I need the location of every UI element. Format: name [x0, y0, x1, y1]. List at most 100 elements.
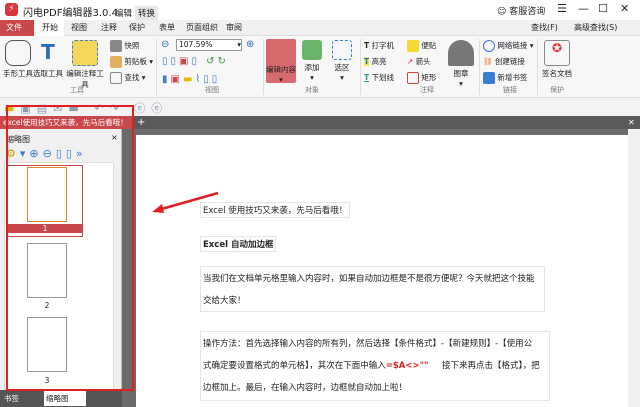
text-select-icon: T	[41, 40, 55, 64]
certificate-icon: ✪	[544, 40, 570, 66]
find-tool-button[interactable]: 查找 ▾	[110, 72, 146, 84]
create-link-button[interactable]: ⛓ 创建链接	[483, 56, 525, 67]
note-label: 便贴	[421, 41, 437, 50]
menu-form[interactable]: 表单	[153, 20, 181, 36]
minimize-button[interactable]: —	[578, 2, 589, 15]
arrow-button[interactable]: ↗ 箭头	[407, 56, 431, 67]
paragraph-2[interactable]: 操作方法：首先选择输入内容的所有列，然后选择【条件格式】-【新建规则】-【使用公…	[200, 331, 550, 401]
rectangle-icon	[407, 72, 419, 84]
paragraph-line: 交给大家！	[203, 296, 246, 306]
divider	[263, 39, 264, 95]
clipboard-label: 剪贴板	[124, 57, 147, 66]
divider	[479, 39, 480, 95]
clipboard-button[interactable]: 剪贴板 ▾	[110, 56, 153, 68]
add-image-icon	[302, 40, 322, 60]
typewriter-button[interactable]: T 打字机	[364, 40, 394, 51]
sign-document-button[interactable]: ✪ 签名文档	[540, 40, 574, 79]
menu-file[interactable]: 文件	[0, 20, 34, 36]
page-view-buttons[interactable]: ▯▯▣▯ ↺↻	[162, 56, 229, 67]
paragraph-line: 式确定要设置格式的单元格】，其次在下面中输入	[203, 361, 386, 371]
web-link-label: 网络链接	[497, 41, 528, 50]
close-tab-button[interactable]: ✕	[628, 116, 635, 129]
zoom-value: 107.59%	[179, 40, 213, 49]
globe-icon	[483, 40, 495, 52]
divider	[360, 39, 361, 95]
new-tab-button[interactable]: +	[137, 116, 145, 129]
find-button[interactable]: 查找(F)	[525, 20, 564, 36]
underline-button[interactable]: T 下划线	[364, 72, 394, 83]
group-label-object: 对象	[305, 86, 319, 94]
menu-page-organize[interactable]: 页面组织	[180, 20, 224, 36]
note-button[interactable]: 便贴	[407, 40, 436, 52]
app-logo-icon: ⚡	[5, 3, 18, 16]
select-tool-button[interactable]: T 选取工具	[33, 40, 63, 79]
vertical-scrollbar[interactable]	[628, 129, 640, 407]
group-label-tools: 工具	[70, 86, 84, 94]
paragraph-line: 边框加上。最后，在输入内容时，边框就自动加上啦！	[203, 383, 408, 393]
stamp-label: 图章	[453, 69, 469, 78]
typewriter-icon: T	[364, 41, 370, 50]
bookmark-icon	[483, 72, 495, 84]
zoom-select[interactable]: 107.59% ▾	[176, 39, 242, 51]
edit-content-icon	[271, 42, 291, 62]
zoom-in-button[interactable]: ⊕	[246, 39, 254, 50]
arrow-icon: ↗	[407, 57, 414, 66]
add-button[interactable]: 添加 ▾	[298, 40, 326, 82]
camera-icon	[110, 40, 122, 52]
highlight-button[interactable]: T 高亮	[364, 56, 387, 67]
pdf-page: Excel 使用技巧又来袭，先马后看哦！ Excel 自动加边框 当我们在文档单…	[136, 135, 628, 407]
context-tab-edit[interactable]: 编辑	[112, 6, 135, 20]
area-select-icon	[332, 40, 352, 60]
context-tab-convert[interactable]: 转换	[135, 6, 159, 20]
annot-tool-button[interactable]: 编辑注释工具	[63, 40, 107, 90]
menu-annotate[interactable]: 注释	[95, 20, 123, 36]
edit-content-button[interactable]: 编辑内容 ▾	[266, 39, 296, 84]
underline-icon: T	[364, 73, 370, 82]
rect-label: 矩形	[421, 73, 437, 82]
stamp-icon	[448, 40, 474, 66]
stamp-button[interactable]: 图章 ▾	[446, 40, 476, 88]
group-label-protect: 保护	[550, 86, 564, 94]
add-label: 添加	[304, 63, 320, 72]
menu-review[interactable]: 审阅	[220, 20, 248, 36]
clipboard-icon	[110, 56, 122, 68]
maximize-button[interactable]: ☐	[598, 2, 608, 15]
hand-tool-button[interactable]: 手形工具	[2, 40, 34, 79]
web-link-button[interactable]: 网络链接 ▾	[483, 40, 534, 52]
tab-thumbnails[interactable]: 缩略图	[44, 391, 86, 406]
app-title: 闪电PDF编辑器3.0.4	[23, 8, 118, 19]
panel-view-buttons[interactable]: ▮▣▬⌇▯▯	[162, 74, 220, 85]
area-select-button[interactable]: 选区 ▾	[328, 40, 356, 82]
paragraph-line: 接下来再点击【格式】，把	[442, 361, 540, 371]
annotation-icon	[72, 40, 98, 66]
menu-icon[interactable]: ☰	[557, 2, 567, 15]
add-bookmark-button[interactable]: 新增书签	[483, 72, 527, 84]
text-line[interactable]: Excel 使用技巧又来袭，先马后看哦！	[200, 202, 351, 218]
tab-bookmarks[interactable]: 书签	[4, 393, 19, 404]
customer-service-button[interactable]: ☺ 客服咨询	[497, 4, 545, 17]
typewriter-label: 打字机	[371, 41, 395, 50]
menu-home[interactable]: 开始	[36, 20, 64, 36]
sign-document-label: 签名文档	[542, 69, 572, 78]
advanced-find-button[interactable]: 高级查找(S)	[568, 20, 623, 36]
menu-view[interactable]: 视图	[65, 20, 93, 36]
zoom-out-button[interactable]: ⊖	[161, 39, 169, 50]
select-tool-label: 选取工具	[33, 69, 63, 78]
rect-button[interactable]: 矩形	[407, 72, 436, 84]
find-icon	[110, 72, 122, 84]
find-tool-label: 查找	[124, 73, 140, 82]
paragraph-line: 操作方法：首先选择输入内容的所有列，然后选择【条件格式】-【新建规则】-【使用公	[203, 339, 533, 349]
heading[interactable]: Excel 自动加边框	[200, 236, 277, 252]
hand-icon	[5, 40, 31, 66]
menu-protect[interactable]: 保护	[123, 20, 151, 36]
group-label-view: 视图	[205, 86, 219, 94]
area-select-label: 选区	[334, 63, 350, 72]
customer-service-label: 客服咨询	[509, 7, 546, 17]
close-button[interactable]: ✕	[620, 2, 629, 15]
snapshot-label: 快照	[124, 41, 140, 50]
snapshot-button[interactable]: 快照	[110, 40, 139, 52]
add-bookmark-label: 新增书签	[497, 73, 528, 82]
underline-label: 下划线	[371, 73, 395, 82]
paragraph-1[interactable]: 当我们在文档单元格里输入内容时，如果自动加边框是不是很方便呢？今天就把这个技能交…	[200, 266, 545, 312]
hand-tool-label: 手形工具	[3, 69, 33, 78]
